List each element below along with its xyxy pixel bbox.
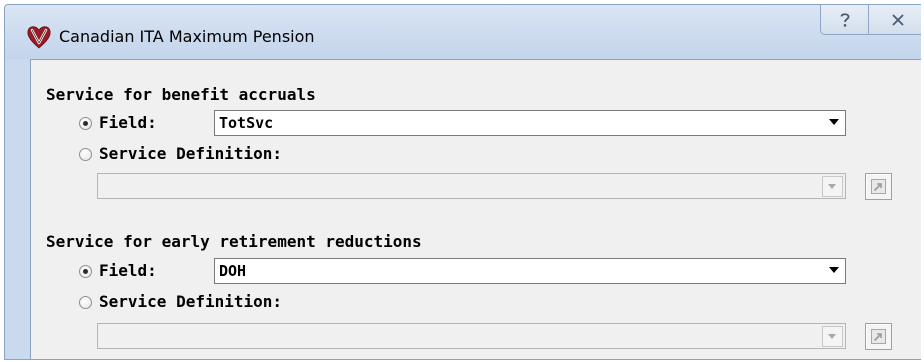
radio-selected-dot [83,121,88,126]
benefit-service-definition-dropdown-button[interactable] [822,176,843,197]
benefit-field-radio[interactable] [79,117,92,130]
early-service-definition-label[interactable]: Service Definition: [99,292,282,311]
early-service-definition-select[interactable] [97,323,846,349]
early-service-definition-radio[interactable] [79,296,92,309]
heart-v-icon [25,23,53,51]
chevron-down-icon [828,334,836,339]
early-service-definition-edit-button[interactable] [865,323,892,350]
early-field-label[interactable]: Field: [99,261,157,280]
help-button[interactable] [820,5,869,35]
radio-selected-dot [83,269,88,274]
chevron-down-icon [828,184,836,189]
benefit-field-value: TotSvc [219,114,274,132]
benefit-service-definition-edit-button[interactable] [865,173,892,200]
benefit-field-dropdown-button[interactable] [823,111,845,135]
chevron-down-icon [829,119,839,125]
early-service-definition-dropdown-button[interactable] [822,326,843,347]
benefit-field-select[interactable]: TotSvc [214,110,846,136]
early-field-dropdown-button[interactable] [823,259,845,283]
dialog-client-area: Service for benefit accruals Field: TotS… [30,59,921,359]
dialog-window: Canadian ITA Maximum Pension Service for… [4,4,921,360]
edit-link-icon [871,179,886,194]
chevron-down-icon [829,267,839,273]
benefit-service-definition-label[interactable]: Service Definition: [99,144,282,163]
benefit-field-label[interactable]: Field: [99,113,157,132]
close-icon [892,13,904,26]
benefit-service-definition-select[interactable] [97,173,846,199]
close-button[interactable] [868,5,921,35]
early-field-value: DOH [219,262,247,280]
early-field-select[interactable]: DOH [214,258,846,284]
window-title: Canadian ITA Maximum Pension [59,27,315,46]
benefit-service-definition-radio[interactable] [79,148,92,161]
early-retirement-title: Service for early retirement reductions [46,232,422,251]
edit-link-icon [871,329,886,344]
benefit-accruals-title: Service for benefit accruals [46,85,316,104]
title-bar: Canadian ITA Maximum Pension [5,5,921,59]
help-icon [840,12,849,27]
early-field-radio[interactable] [79,265,92,278]
